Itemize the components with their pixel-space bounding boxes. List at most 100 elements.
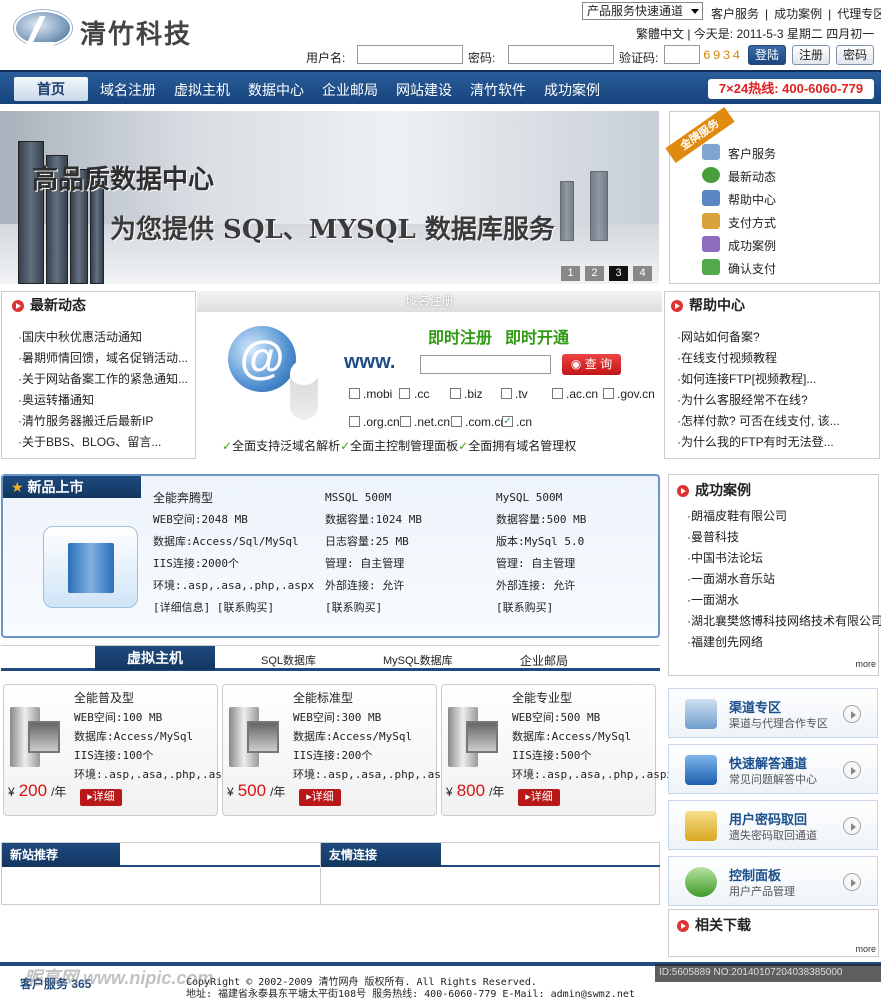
- tld-checkbox-net-cn[interactable]: [400, 416, 411, 427]
- logo-icon[interactable]: [14, 10, 72, 46]
- domain-search-input[interactable]: [420, 355, 551, 374]
- main-nav: 首页 域名注册 虚拟主机 数据中心 企业邮局 网站建设 清竹软件 成功案例 7×…: [0, 70, 881, 104]
- nav-item-cases[interactable]: 成功案例: [544, 80, 600, 100]
- captcha-image: 6934: [703, 48, 743, 63]
- detail-button[interactable]: ▸详细: [518, 789, 560, 806]
- help-item[interactable]: ·为什么我的FTP有时无法登...: [677, 433, 834, 450]
- arrow-right-icon[interactable]: [843, 705, 861, 723]
- payment-icon: [702, 213, 720, 229]
- banner-page-2[interactable]: 2: [585, 266, 604, 281]
- case-item[interactable]: ·福建创先网络: [687, 633, 763, 650]
- domain-header: 域名注册: [197, 291, 662, 312]
- case-item[interactable]: ·中国书法论坛: [687, 549, 763, 566]
- tab-new-sites[interactable]: 新站推荐: [2, 843, 120, 867]
- banner-page-4[interactable]: 4: [633, 266, 652, 281]
- help-item[interactable]: ·如何连接FTP[视频教程]...: [677, 370, 816, 387]
- username-label: 用户名:: [306, 51, 346, 65]
- tld-checkbox-cc[interactable]: [399, 388, 410, 399]
- help-item[interactable]: ·网站如何备案?: [677, 328, 760, 345]
- help-item[interactable]: ·怎样付款? 可否在线支付, 该...: [677, 412, 840, 429]
- top-link-cases[interactable]: 成功案例: [774, 7, 822, 21]
- password-input[interactable]: [508, 45, 614, 64]
- password-label: 密码:: [468, 51, 496, 65]
- nav-item-domain[interactable]: 域名注册: [100, 80, 156, 100]
- product-spec: 数据库:Access/Sql/MySql: [153, 535, 299, 548]
- tld-checkbox-gov-cn[interactable]: [603, 388, 614, 399]
- news-item[interactable]: ·关于网站备案工作的紧急通知...: [18, 370, 188, 387]
- username-input[interactable]: [357, 45, 463, 64]
- detail-button[interactable]: ▸详细: [80, 789, 122, 806]
- product-links[interactable]: [联系购买]: [325, 597, 382, 619]
- news-item[interactable]: ·清竹服务器搬迁后最新IP: [18, 412, 153, 429]
- service-select[interactable]: 产品服务快速通道: [582, 2, 703, 20]
- help-item[interactable]: ·在线支付视频教程: [677, 349, 777, 366]
- case-item[interactable]: ·朗福皮鞋有限公司: [687, 507, 787, 524]
- arrow-right-icon[interactable]: [843, 761, 861, 779]
- product-links[interactable]: [联系购买]: [496, 597, 553, 619]
- product-name: MSSQL 500M: [325, 491, 392, 504]
- domain-search-button[interactable]: ◉ 查 询: [562, 354, 621, 375]
- date-line: 繁體中文 | 今天是: 2011-5-3 星期二 四月初一: [636, 27, 875, 41]
- tld-label: .cc: [414, 387, 430, 401]
- tld-checkbox-biz[interactable]: [450, 388, 461, 399]
- news-item[interactable]: ·关于BBS、BLOG、留言...: [18, 433, 161, 450]
- case-item[interactable]: ·一面湖水: [687, 591, 739, 608]
- tld-checkbox-com-cn[interactable]: [451, 416, 462, 427]
- case-item[interactable]: ·一面湖水音乐站: [687, 570, 775, 587]
- nav-item-home[interactable]: 首页: [14, 77, 88, 101]
- tab-sql[interactable]: SQL数据库: [261, 652, 316, 668]
- channel-zone-card[interactable]: 渠道专区 渠道与代理合作专区: [668, 688, 878, 738]
- news-item[interactable]: ·国庆中秋优惠活动通知: [18, 328, 142, 345]
- tld-checkbox-org-cn[interactable]: [349, 416, 360, 427]
- nav-item-datacenter[interactable]: 数据中心: [248, 80, 304, 100]
- product-spec: 管理: 自主管理: [496, 557, 576, 570]
- plan-spec: IIS连接:100个: [74, 749, 154, 762]
- tab-mysql[interactable]: MySQL数据库: [383, 652, 453, 668]
- register-button[interactable]: 注册: [792, 45, 830, 65]
- arrow-icon: [677, 485, 689, 497]
- captcha-input[interactable]: [664, 45, 700, 64]
- tab-friend-links[interactable]: 友情连接: [321, 843, 441, 867]
- tld-checkbox-cn-checked[interactable]: ✓: [502, 416, 513, 427]
- control-panel-card[interactable]: 控制面板 用户产品管理: [668, 856, 878, 906]
- tld-checkbox-ac-cn[interactable]: [552, 388, 563, 399]
- id-stamp: ID:5605889 NO:20140107204038385000: [655, 964, 881, 982]
- detail-button[interactable]: ▸详细: [299, 789, 341, 806]
- news-item[interactable]: ·暑期师情回馈，域名促销活动...: [18, 349, 188, 366]
- card-title: 渠道专区: [729, 700, 782, 715]
- quick-answer-card[interactable]: 快速解答通道 常见问题解答中心: [668, 744, 878, 794]
- downloads-more-link[interactable]: more: [855, 944, 876, 954]
- tab-mail[interactable]: 企业邮局: [520, 652, 568, 669]
- plan-spec: WEB空间:500 MB: [512, 711, 601, 724]
- case-item[interactable]: ·湖北襄樊悠博科技网络技术有限公司: [687, 612, 881, 629]
- product-spec: WEB空间:2048 MB: [153, 513, 248, 526]
- tld-checkbox-mobi[interactable]: [349, 388, 360, 399]
- help-item[interactable]: ·为什么客服经常不在线?: [677, 391, 808, 408]
- tld-checkbox-tv[interactable]: [501, 388, 512, 399]
- plan-spec: IIS连接:200个: [293, 749, 373, 762]
- product-name: MySQL 500M: [496, 491, 563, 504]
- nav-item-software[interactable]: 清竹软件: [470, 80, 526, 100]
- top-link-agent[interactable]: 代理专区: [837, 7, 881, 21]
- arrow-right-icon[interactable]: [843, 817, 861, 835]
- product-spec: 日志容量:25 MB: [325, 535, 409, 548]
- password-button[interactable]: 密码: [836, 45, 874, 65]
- product-links[interactable]: [详细信息] [联系购买]: [153, 597, 274, 619]
- brand-name[interactable]: 清竹科技: [80, 14, 192, 51]
- case-item[interactable]: ·曼普科技: [687, 528, 739, 545]
- product-name: 全能奔腾型: [153, 491, 214, 505]
- hero-banner[interactable]: 高品质数据中心 为您提供 SQL、MYSQL 数据库服务 1 2 3 4: [0, 111, 659, 284]
- top-link-customer-service[interactable]: 客户服务: [711, 7, 759, 21]
- password-recovery-card[interactable]: 用户密码取回 遗失密码取回通道: [668, 800, 878, 850]
- login-button[interactable]: 登陆: [748, 45, 786, 65]
- tab-hosting-active[interactable]: 虚拟主机: [95, 646, 215, 670]
- arrow-right-icon[interactable]: [843, 873, 861, 891]
- news-item[interactable]: ·奥运转播通知: [18, 391, 94, 408]
- nav-item-hosting[interactable]: 虚拟主机: [174, 80, 230, 100]
- cases-more-link[interactable]: more: [855, 659, 876, 669]
- banner-page-1[interactable]: 1: [561, 266, 580, 281]
- hosting-card: 全能标准型 WEB空间:300 MB 数据库:Access/MySql IIS连…: [222, 684, 454, 816]
- nav-item-website[interactable]: 网站建设: [396, 80, 452, 100]
- banner-page-3-active[interactable]: 3: [609, 266, 628, 281]
- nav-item-mail[interactable]: 企业邮局: [322, 80, 378, 100]
